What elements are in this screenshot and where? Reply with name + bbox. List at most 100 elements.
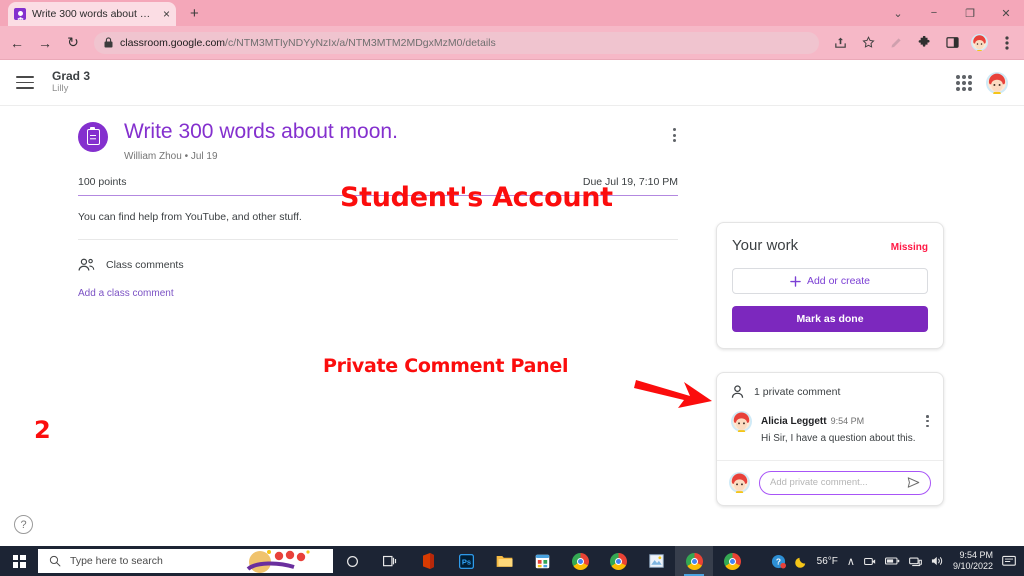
clock-date: 9/10/2022 [952, 561, 993, 571]
edit-pen-icon[interactable] [887, 34, 905, 52]
account-avatar[interactable] [986, 71, 1008, 94]
taskbar-clock[interactable]: 9:54 PM 9/10/2022 [953, 550, 993, 573]
your-work-title: Your work [732, 237, 799, 254]
url-text: classroom.google.com/c/NTM3MTIyNDYyNzIx/… [120, 37, 496, 49]
comment-author: Alicia Leggett [761, 416, 827, 427]
comment-time: 9:54 PM [830, 416, 865, 426]
page-viewport: Grad 3 Lilly Write 300 words about moon.… [0, 60, 1024, 546]
app-bar-actions [956, 71, 1008, 94]
address-bar[interactable]: classroom.google.com/c/NTM3MTIyNDYyNzIx/… [94, 31, 819, 54]
class-info[interactable]: Grad 3 Lilly [52, 69, 91, 95]
assignment-points: 100 points [78, 176, 127, 189]
google-apps-grid-icon[interactable] [956, 74, 972, 91]
chrome-menu-icon[interactable] [998, 34, 1016, 52]
class-section: Lilly [52, 82, 69, 94]
private-comment-placeholder: Add private comment... [770, 477, 868, 488]
snipping-tool-icon[interactable] [637, 546, 675, 576]
status-badge: Missing [890, 242, 928, 253]
user-avatar [729, 472, 750, 493]
maximize-button[interactable]: ❐ [952, 0, 988, 26]
plus-icon [790, 275, 801, 287]
battery-icon[interactable] [884, 556, 900, 566]
assignment-header: Write 300 words about moon. William Zhou… [78, 120, 678, 162]
annotation-students-account: Student's Account [340, 182, 613, 213]
chrome-icon-3-active[interactable] [675, 546, 713, 576]
private-comment-text-block: Alicia Leggett 9:54 PM Hi Sir, I have a q… [761, 411, 929, 446]
tab-title: Write 300 words about moon. [32, 8, 157, 20]
class-name: Grad 3 [52, 69, 91, 84]
search-placeholder: Type here to search [70, 555, 163, 567]
moon-icon[interactable] [794, 555, 808, 568]
volume-icon[interactable] [931, 555, 944, 567]
browser-tab-strip: Write 300 words about moon. × + ⌄ − ❐ ✕ [0, 0, 1024, 26]
classroom-app-bar: Grad 3 Lilly [0, 60, 1024, 106]
bookmark-star-icon[interactable] [859, 34, 877, 52]
share-icon[interactable] [831, 34, 849, 52]
clock-time: 9:54 PM [959, 549, 993, 560]
annotation-private-comment-panel: Private Comment Panel [323, 355, 569, 377]
network-icon[interactable] [909, 556, 922, 567]
windows-taskbar: Type here to search Ps ? 56°F ∧ 9:54 PM … [0, 546, 1024, 576]
browser-toolbar: ← → ↻ classroom.google.com/c/NTM3MTIyNDY… [0, 26, 1024, 60]
window-controls: ⌄ − ❐ ✕ [880, 0, 1024, 26]
url-host: classroom.google.com [120, 36, 226, 49]
profile-avatar[interactable] [971, 34, 988, 51]
notification-icon[interactable] [1002, 555, 1016, 568]
private-comments-header[interactable]: 1 private comment [717, 373, 943, 409]
close-icon[interactable]: × [163, 8, 170, 20]
chrome-icon-1[interactable] [561, 546, 599, 576]
hamburger-menu-icon[interactable] [16, 76, 34, 89]
annotation-step-number: 2 [34, 416, 51, 444]
person-icon [731, 385, 744, 399]
comment-body: Hi Sir, I have a question about this. [761, 433, 916, 444]
class-comments-label: Class comments [106, 259, 184, 272]
private-comment-input[interactable]: Add private comment... [759, 470, 931, 495]
url-path: /c/NTM3MTIyNDYyNzIx/a/NTM3MTM2MDgxMzM0/d… [225, 36, 496, 49]
close-window-button[interactable]: ✕ [988, 0, 1024, 26]
side-panel-icon[interactable] [943, 34, 961, 52]
microsoft-store-icon[interactable] [523, 546, 561, 576]
file-explorer-icon[interactable] [485, 546, 523, 576]
cortana-icon[interactable] [333, 546, 371, 576]
assignment-clipboard-icon [78, 122, 108, 152]
forward-icon[interactable]: → [36, 34, 54, 52]
private-comment-item: Alicia Leggett 9:54 PM Hi Sir, I have a q… [717, 409, 943, 460]
chrome-icon-4[interactable] [713, 546, 751, 576]
assignment-options-icon[interactable] [671, 126, 678, 144]
back-icon[interactable]: ← [8, 34, 26, 52]
task-view-icon[interactable] [371, 546, 409, 576]
help-icon[interactable]: ? [14, 515, 33, 534]
classroom-favicon [14, 8, 26, 20]
tray-help-icon[interactable]: ? [771, 554, 786, 569]
browser-tab[interactable]: Write 300 words about moon. × [8, 2, 176, 26]
add-class-comment-link[interactable]: Add a class comment [78, 288, 678, 299]
comment-options-icon[interactable] [924, 413, 931, 429]
system-tray: ? 56°F ∧ 9:54 PM 9/10/2022 [771, 550, 1024, 573]
extensions-puzzle-icon[interactable] [915, 34, 933, 52]
chrome-icon-2[interactable] [599, 546, 637, 576]
private-comment-composer: Add private comment... [717, 459, 943, 505]
photoshop-icon[interactable]: Ps [447, 546, 485, 576]
assignment-title: Write 300 words about moon. [124, 120, 398, 143]
minimize-button[interactable]: − [916, 0, 952, 26]
weather-temperature: 56°F [816, 555, 838, 567]
class-comments-section: Class comments Add a class comment [78, 258, 678, 299]
private-comments-card: 1 private comment Alicia Leggett 9:54 PM… [716, 372, 944, 506]
svg-text:?: ? [776, 556, 781, 566]
lock-icon [104, 37, 113, 48]
mark-as-done-button[interactable]: Mark as done [732, 306, 928, 332]
camera-icon[interactable] [864, 556, 876, 567]
search-input[interactable]: Type here to search [38, 549, 333, 573]
reload-icon[interactable]: ↻ [64, 34, 82, 52]
your-work-card: Your work Missing Add or create Mark as … [716, 222, 944, 349]
assignment-byline: William Zhou • Jul 19 [124, 151, 218, 163]
office-icon[interactable] [409, 546, 447, 576]
class-comments-icon [78, 258, 95, 272]
add-or-create-button[interactable]: Add or create [732, 268, 928, 294]
windows-start-button[interactable] [0, 546, 38, 576]
chevron-down-icon[interactable]: ⌄ [880, 0, 916, 26]
annotation-arrow-icon [634, 380, 712, 408]
new-tab-button[interactable]: + [190, 5, 199, 22]
tray-chevron-up-icon[interactable]: ∧ [847, 555, 855, 568]
send-icon[interactable] [907, 476, 920, 489]
